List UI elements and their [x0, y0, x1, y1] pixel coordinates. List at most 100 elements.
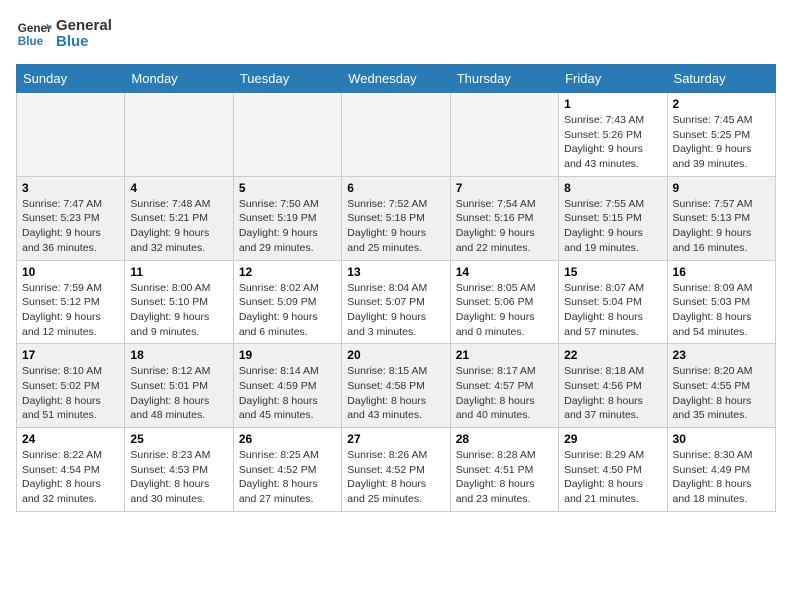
calendar-cell: 4Sunrise: 7:48 AMSunset: 5:21 PMDaylight…: [125, 176, 233, 260]
week-row-2: 3 Sunrise: 7:47 AMSunset: 5:23 PMDaylight…: [17, 176, 776, 260]
day-number: 13: [347, 265, 444, 279]
day-number: 7: [456, 181, 553, 195]
day-info: Sunrise: 7:45 AMSunset: 5:25 PMDaylight:…: [673, 113, 770, 172]
day-header-tuesday: Tuesday: [233, 65, 341, 93]
day-number: 16: [673, 265, 770, 279]
day-header-wednesday: Wednesday: [342, 65, 450, 93]
day-number: 22: [564, 348, 661, 362]
day-info: Sunrise: 7:59 AMSunset: 5:12 PMDaylight:…: [22, 281, 119, 340]
day-number: 29: [564, 432, 661, 446]
calendar-cell: [450, 93, 558, 177]
calendar-cell: 20 Sunrise: 8:15 AMSunset: 4:58 PMDayligh…: [342, 344, 450, 428]
calendar-cell: 26Sunrise: 8:25 AMSunset: 4:52 PMDayligh…: [233, 428, 341, 512]
logo: General Blue General Blue: [16, 16, 112, 52]
page-header: General Blue General Blue: [16, 16, 776, 52]
logo-line1: General: [56, 18, 112, 35]
calendar: SundayMondayTuesdayWednesdayThursdayFrid…: [16, 64, 776, 512]
day-number: 1: [564, 97, 661, 111]
day-info: Sunrise: 7:55 AMSunset: 5:15 PMDaylight:…: [564, 197, 661, 256]
day-number: 6: [347, 181, 444, 195]
day-number: 21: [456, 348, 553, 362]
calendar-cell: 3 Sunrise: 7:47 AMSunset: 5:23 PMDaylight…: [17, 176, 125, 260]
day-info: Sunrise: 8:22 AMSunset: 4:54 PMDaylight:…: [22, 448, 119, 507]
day-info: Sunrise: 8:20 AMSunset: 4:55 PMDaylight:…: [673, 364, 770, 423]
calendar-cell: 7Sunrise: 7:54 AMSunset: 5:16 PMDaylight…: [450, 176, 558, 260]
day-header-thursday: Thursday: [450, 65, 558, 93]
day-info: Sunrise: 8:17 AMSunset: 4:57 PMDaylight:…: [456, 364, 553, 423]
day-number: 3: [22, 181, 119, 195]
day-info: Sunrise: 8:02 AMSunset: 5:09 PMDaylight:…: [239, 281, 336, 340]
week-row-4: 17 Sunrise: 8:10 AMSunset: 5:02 PMDayligh…: [17, 344, 776, 428]
day-info: Sunrise: 8:05 AMSunset: 5:06 PMDaylight:…: [456, 281, 553, 340]
day-number: 12: [239, 265, 336, 279]
calendar-cell: 21 Sunrise: 8:17 AMSunset: 4:57 PMDayligh…: [450, 344, 558, 428]
calendar-cell: 30Sunrise: 8:30 AMSunset: 4:49 PMDayligh…: [667, 428, 775, 512]
day-number: 5: [239, 181, 336, 195]
calendar-cell: 22 Sunrise: 8:18 AMSunset: 4:56 PMDayligh…: [559, 344, 667, 428]
day-info: Sunrise: 8:12 AMSunset: 5:01 PMDaylight:…: [130, 364, 227, 423]
day-info: Sunrise: 7:52 AMSunset: 5:18 PMDaylight:…: [347, 197, 444, 256]
calendar-cell: 9 Sunrise: 7:57 AMSunset: 5:13 PMDaylight…: [667, 176, 775, 260]
day-info: Sunrise: 8:10 AMSunset: 5:02 PMDaylight:…: [22, 364, 119, 423]
day-number: 28: [456, 432, 553, 446]
calendar-cell: 25 Sunrise: 8:23 AMSunset: 4:53 PMDayligh…: [125, 428, 233, 512]
day-info: Sunrise: 8:26 AMSunset: 4:52 PMDaylight:…: [347, 448, 444, 507]
calendar-cell: [17, 93, 125, 177]
day-info: Sunrise: 8:29 AMSunset: 4:50 PMDaylight:…: [564, 448, 661, 507]
calendar-cell: [233, 93, 341, 177]
calendar-cell: 5 Sunrise: 7:50 AMSunset: 5:19 PMDaylight…: [233, 176, 341, 260]
day-info: Sunrise: 8:28 AMSunset: 4:51 PMDaylight:…: [456, 448, 553, 507]
week-row-5: 24 Sunrise: 8:22 AMSunset: 4:54 PMDayligh…: [17, 428, 776, 512]
day-number: 20: [347, 348, 444, 362]
day-header-sunday: Sunday: [17, 65, 125, 93]
day-number: 24: [22, 432, 119, 446]
day-info: Sunrise: 8:14 AMSunset: 4:59 PMDaylight:…: [239, 364, 336, 423]
day-number: 14: [456, 265, 553, 279]
day-number: 9: [673, 181, 770, 195]
calendar-cell: [342, 93, 450, 177]
day-number: 8: [564, 181, 661, 195]
calendar-cell: 24 Sunrise: 8:22 AMSunset: 4:54 PMDayligh…: [17, 428, 125, 512]
calendar-cell: 18Sunrise: 8:12 AMSunset: 5:01 PMDayligh…: [125, 344, 233, 428]
day-number: 10: [22, 265, 119, 279]
calendar-cell: 13 Sunrise: 8:04 AMSunset: 5:07 PMDayligh…: [342, 260, 450, 344]
day-number: 17: [22, 348, 119, 362]
day-number: 26: [239, 432, 336, 446]
calendar-cell: 8 Sunrise: 7:55 AMSunset: 5:15 PMDaylight…: [559, 176, 667, 260]
week-row-3: 10 Sunrise: 7:59 AMSunset: 5:12 PMDayligh…: [17, 260, 776, 344]
day-info: Sunrise: 7:43 AMSunset: 5:26 PMDaylight:…: [564, 113, 661, 172]
day-info: Sunrise: 8:23 AMSunset: 4:53 PMDaylight:…: [130, 448, 227, 507]
day-header-friday: Friday: [559, 65, 667, 93]
calendar-cell: 16Sunrise: 8:09 AMSunset: 5:03 PMDayligh…: [667, 260, 775, 344]
day-info: Sunrise: 7:57 AMSunset: 5:13 PMDaylight:…: [673, 197, 770, 256]
day-info: Sunrise: 7:50 AMSunset: 5:19 PMDaylight:…: [239, 197, 336, 256]
calendar-cell: 27Sunrise: 8:26 AMSunset: 4:52 PMDayligh…: [342, 428, 450, 512]
day-info: Sunrise: 8:18 AMSunset: 4:56 PMDaylight:…: [564, 364, 661, 423]
calendar-body: 1 Sunrise: 7:43 AMSunset: 5:26 PMDaylight…: [17, 93, 776, 512]
calendar-cell: 6 Sunrise: 7:52 AMSunset: 5:18 PMDaylight…: [342, 176, 450, 260]
day-info: Sunrise: 7:47 AMSunset: 5:23 PMDaylight:…: [22, 197, 119, 256]
calendar-header: SundayMondayTuesdayWednesdayThursdayFrid…: [17, 65, 776, 93]
calendar-cell: [125, 93, 233, 177]
calendar-cell: 28 Sunrise: 8:28 AMSunset: 4:51 PMDayligh…: [450, 428, 558, 512]
calendar-cell: 14 Sunrise: 8:05 AMSunset: 5:06 PMDayligh…: [450, 260, 558, 344]
week-row-1: 1 Sunrise: 7:43 AMSunset: 5:26 PMDaylight…: [17, 93, 776, 177]
calendar-cell: 23 Sunrise: 8:20 AMSunset: 4:55 PMDayligh…: [667, 344, 775, 428]
day-header-saturday: Saturday: [667, 65, 775, 93]
day-number: 23: [673, 348, 770, 362]
calendar-cell: 29 Sunrise: 8:29 AMSunset: 4:50 PMDayligh…: [559, 428, 667, 512]
day-info: Sunrise: 8:30 AMSunset: 4:49 PMDaylight:…: [673, 448, 770, 507]
svg-text:Blue: Blue: [18, 35, 44, 48]
logo-icon: General Blue: [16, 16, 52, 52]
day-number: 4: [130, 181, 227, 195]
day-info: Sunrise: 8:07 AMSunset: 5:04 PMDaylight:…: [564, 281, 661, 340]
day-header-monday: Monday: [125, 65, 233, 93]
day-info: Sunrise: 8:04 AMSunset: 5:07 PMDaylight:…: [347, 281, 444, 340]
day-info: Sunrise: 8:15 AMSunset: 4:58 PMDaylight:…: [347, 364, 444, 423]
day-number: 25: [130, 432, 227, 446]
day-number: 11: [130, 265, 227, 279]
calendar-cell: 15Sunrise: 8:07 AMSunset: 5:04 PMDayligh…: [559, 260, 667, 344]
calendar-cell: 11Sunrise: 8:00 AMSunset: 5:10 PMDayligh…: [125, 260, 233, 344]
calendar-cell: 1 Sunrise: 7:43 AMSunset: 5:26 PMDaylight…: [559, 93, 667, 177]
day-number: 2: [673, 97, 770, 111]
